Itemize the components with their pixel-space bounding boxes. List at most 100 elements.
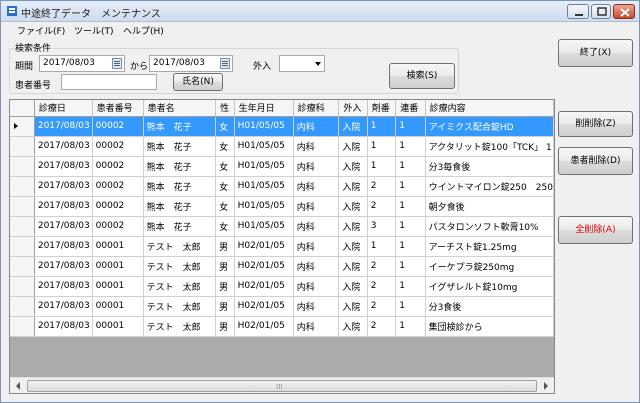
column-header[interactable]: 診療科 bbox=[293, 100, 340, 117]
table-cell[interactable]: 入院 bbox=[338, 296, 368, 317]
table-cell[interactable]: 00002 bbox=[92, 176, 144, 197]
column-header[interactable]: 患者名 bbox=[143, 100, 217, 117]
column-header[interactable]: 生年月日 bbox=[234, 100, 294, 117]
table-cell[interactable]: 2017/08/03 bbox=[34, 196, 93, 217]
table-cell[interactable]: 入院 bbox=[338, 316, 368, 337]
horizontal-scrollbar[interactable]: ⁞⁞⁞ bbox=[10, 377, 554, 393]
table-cell[interactable]: H01/05/05 bbox=[234, 216, 294, 237]
table-cell[interactable]: 内科 bbox=[293, 156, 340, 177]
menu-tools[interactable]: ツール(T) bbox=[74, 24, 114, 37]
minimize-button[interactable] bbox=[567, 4, 589, 19]
table-cell[interactable]: 内科 bbox=[293, 256, 340, 277]
column-header[interactable]: 診療日 bbox=[34, 100, 93, 117]
table-cell[interactable]: 1 bbox=[395, 316, 426, 337]
name-search-button[interactable]: 氏名(N) bbox=[173, 73, 223, 91]
table-cell[interactable]: 1 bbox=[367, 236, 397, 257]
table-cell[interactable]: 女 bbox=[215, 216, 235, 237]
table-cell[interactable]: 2 bbox=[367, 256, 397, 277]
exit-button[interactable]: 終了(X) bbox=[558, 39, 633, 67]
table-cell[interactable]: アーチスト錠1.25mg bbox=[425, 236, 554, 257]
table-cell[interactable]: 00002 bbox=[92, 216, 144, 237]
scroll-left-icon[interactable] bbox=[10, 378, 26, 394]
table-cell[interactable]: 1 bbox=[367, 156, 397, 177]
table-cell[interactable]: 1 bbox=[395, 296, 426, 317]
table-cell[interactable]: 2017/08/03 bbox=[34, 136, 93, 157]
table-cell[interactable]: 2017/08/03 bbox=[34, 276, 93, 297]
table-cell[interactable]: 入院 bbox=[338, 216, 368, 237]
table-cell[interactable]: 1 bbox=[395, 116, 426, 137]
row-header[interactable] bbox=[10, 276, 35, 297]
table-cell[interactable]: 入院 bbox=[338, 116, 368, 137]
table-cell[interactable]: 00001 bbox=[92, 256, 144, 277]
table-cell[interactable]: 入院 bbox=[338, 156, 368, 177]
table-cell[interactable]: 熊本 花子 bbox=[143, 196, 217, 217]
table-cell[interactable]: 2 bbox=[367, 316, 397, 337]
table-row[interactable]: 2017/08/03 00002 熊本 花子女 H01/05/05 内科 入院 1 1 アクタリ… bbox=[10, 136, 554, 157]
menu-file[interactable]: ファイル(F) bbox=[17, 24, 65, 37]
table-cell[interactable]: 熊本 花子 bbox=[143, 136, 217, 157]
delete-button[interactable]: 削削除(Z) bbox=[558, 111, 633, 137]
table-cell[interactable]: 2 bbox=[367, 276, 397, 297]
table-cell[interactable]: H02/01/05 bbox=[234, 256, 294, 277]
table-cell[interactable]: テスト 太郎 bbox=[143, 256, 217, 277]
table-cell[interactable]: 00001 bbox=[92, 296, 144, 317]
patient-number-input[interactable] bbox=[61, 74, 157, 90]
table-row[interactable]: 2017/08/03 00002 熊本 花子女 H01/05/05 内科 入院 2 1 朝夕食後 bbox=[10, 196, 554, 217]
table-cell[interactable]: 入院 bbox=[338, 176, 368, 197]
search-button[interactable]: 検索(S) bbox=[389, 63, 455, 89]
table-cell[interactable]: 分3食後 bbox=[425, 296, 554, 317]
all-delete-button[interactable]: 全削除(A) bbox=[558, 216, 633, 244]
row-header[interactable] bbox=[10, 156, 35, 177]
table-cell[interactable]: 朝夕食後 bbox=[425, 196, 554, 217]
table-cell[interactable]: 内科 bbox=[293, 316, 340, 337]
table-cell[interactable]: アイミクス配合錠HD bbox=[425, 116, 554, 137]
table-row[interactable]: 2017/08/03 00002 熊本 花子女 H01/05/05 内科 入院 1 1 分3毎食… bbox=[10, 156, 554, 177]
table-cell[interactable]: 女 bbox=[215, 116, 235, 137]
table-cell[interactable]: テスト 太郎 bbox=[143, 236, 217, 257]
table-cell[interactable]: H01/05/05 bbox=[234, 196, 294, 217]
table-cell[interactable]: H01/05/05 bbox=[234, 116, 294, 137]
table-cell[interactable]: 2017/08/03 bbox=[34, 296, 93, 317]
table-cell[interactable]: 男 bbox=[215, 236, 235, 257]
date-from-picker[interactable]: 2017/08/03 bbox=[39, 55, 125, 72]
table-cell[interactable]: 00001 bbox=[92, 236, 144, 257]
table-cell[interactable]: 内科 bbox=[293, 216, 340, 237]
table-cell[interactable]: 2017/08/03 bbox=[34, 316, 93, 337]
table-cell[interactable]: 熊本 花子 bbox=[143, 216, 217, 237]
menu-help[interactable]: ヘルプ(H) bbox=[123, 24, 164, 37]
table-cell[interactable]: イグザレルト錠10mg bbox=[425, 276, 554, 297]
table-cell[interactable]: 内科 bbox=[293, 136, 340, 157]
row-header[interactable] bbox=[10, 216, 35, 237]
row-header[interactable] bbox=[10, 176, 35, 197]
table-cell[interactable]: H01/05/05 bbox=[234, 136, 294, 157]
table-cell[interactable]: 1 bbox=[395, 236, 426, 257]
table-cell[interactable]: 2017/08/03 bbox=[34, 236, 93, 257]
table-row[interactable]: 2017/08/03 00001 テスト 太郎男 H02/01/05 内科 入院 2 1 分3食… bbox=[10, 296, 554, 317]
table-cell[interactable]: 入院 bbox=[338, 136, 368, 157]
maximize-button[interactable] bbox=[591, 4, 611, 19]
close-window-button[interactable] bbox=[613, 4, 635, 19]
table-cell[interactable]: 女 bbox=[215, 136, 235, 157]
table-cell[interactable]: 1 bbox=[395, 256, 426, 277]
table-cell[interactable]: 内科 bbox=[293, 236, 340, 257]
table-cell[interactable]: ウイントマイロン錠250 250 bbox=[425, 176, 554, 197]
table-cell[interactable]: 2 bbox=[367, 196, 397, 217]
table-cell[interactable]: 2017/08/03 bbox=[34, 176, 93, 197]
row-header[interactable] bbox=[10, 196, 35, 217]
table-cell[interactable]: 1 bbox=[395, 196, 426, 217]
column-header[interactable]: 連番 bbox=[395, 100, 426, 117]
row-header[interactable] bbox=[10, 136, 35, 157]
table-cell[interactable]: 男 bbox=[215, 316, 235, 337]
column-header[interactable]: 患者番号 bbox=[92, 100, 144, 117]
table-cell[interactable]: 女 bbox=[215, 196, 235, 217]
scroll-thumb[interactable]: ⁞⁞⁞ bbox=[27, 380, 537, 392]
table-cell[interactable]: H02/01/05 bbox=[234, 316, 294, 337]
row-header[interactable] bbox=[10, 116, 35, 137]
table-cell[interactable]: 集団検診から bbox=[425, 316, 554, 337]
table-cell[interactable]: 熊本 花子 bbox=[143, 176, 217, 197]
table-cell[interactable]: 1 bbox=[395, 276, 426, 297]
table-cell[interactable]: 2017/08/03 bbox=[34, 256, 93, 277]
table-cell[interactable]: テスト 太郎 bbox=[143, 316, 217, 337]
column-header[interactable]: 剤番 bbox=[367, 100, 397, 117]
row-header[interactable] bbox=[10, 236, 35, 257]
